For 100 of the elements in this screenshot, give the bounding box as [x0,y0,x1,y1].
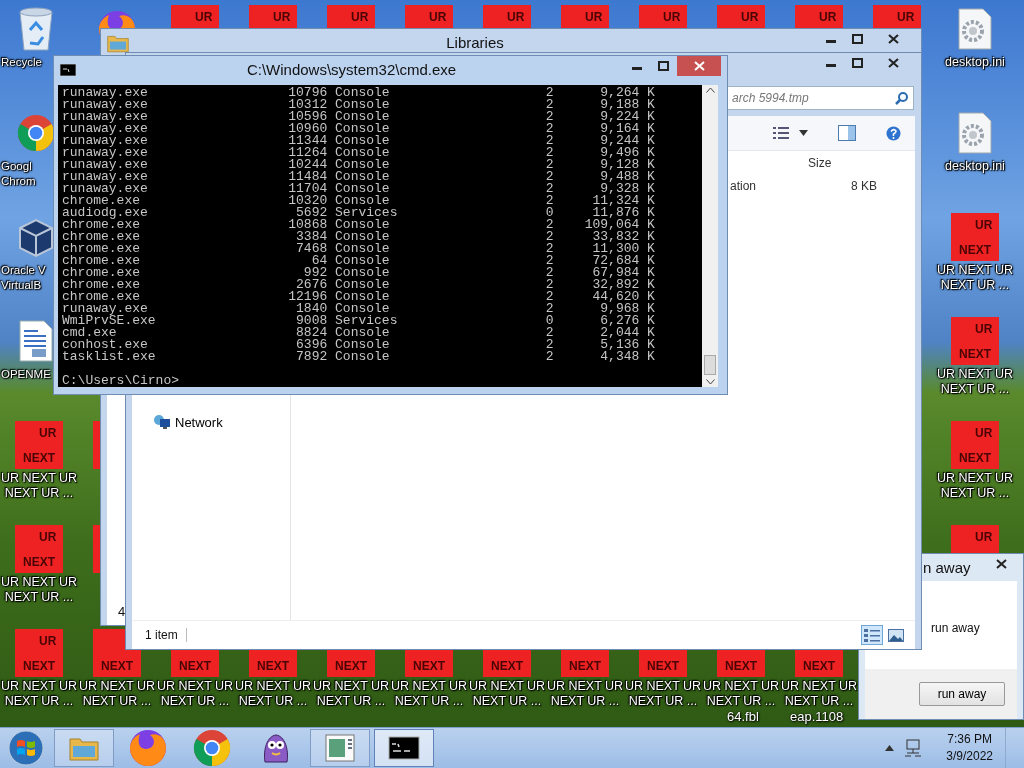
icon-label: UR NEXT UR NEXT UR ... [702,679,780,709]
recycle-bin-icon [16,6,56,52]
network-icon [153,414,171,430]
console-icon [60,63,76,76]
icon-label: UR NEXT UR NEXT UR ... [936,367,1014,397]
console-line: runaway.exe 10960 Console 2 9,164 K [62,123,656,135]
scroll-up-icon[interactable] [705,87,715,93]
icon-label: UR NEXT UR NEXT UR ... [468,679,546,709]
run-away-button[interactable]: run away [919,682,1005,706]
window-title: n away [922,559,972,576]
scroll-down-icon[interactable] [705,379,715,385]
caret-icon[interactable] [885,745,895,751]
maximize-icon [658,61,669,71]
tile-caption: NEXT [23,451,55,465]
tile-caption: NEXT [647,659,679,673]
console-line: chrome.exe 7468 Console 2 11,300 K [62,243,656,255]
caret-icon[interactable] [799,130,808,136]
close-icon [995,559,1007,569]
thumbnails-view-icon [888,628,904,642]
icon-label: 64.fbl [727,709,759,724]
icon-label: UR NEXT UR NEXT UR ... [936,263,1014,293]
tile-caption: UR [351,10,369,24]
close-icon [887,58,899,68]
tile-caption: NEXT [491,659,523,673]
icon-label: OPENME [0,367,51,382]
console-line: cmd.exe 8824 Console 2 2,044 K [62,327,656,339]
console-icon [388,736,420,760]
console-line: chrome.exe 10320 Console 2 11,324 K [62,195,656,207]
console-line: tasklist.exe 7892 Console 2 4,348 K [62,351,656,363]
tile-caption: UR [819,10,837,24]
message-text: run away [931,621,980,635]
document-icon [18,319,54,363]
table-cell-text: ation [730,179,758,193]
start-orb-icon [7,729,45,767]
details-view-button[interactable] [861,625,883,645]
console-line: chrome.exe 64 Console 2 72,684 K [62,255,656,267]
tile-caption: NEXT [725,659,757,673]
icon-label: UR NEXT UR NEXT UR ... [0,679,78,709]
view-list-icon[interactable] [773,126,789,140]
tile-caption: UR [663,10,681,24]
icon-label: UR NEXT UR NEXT UR ... [0,575,78,605]
tile-caption: UR [975,426,993,440]
tile-caption: NEXT [803,659,835,673]
clock-date: 3/9/2022 [946,748,993,765]
console-line: runaway.exe 10312 Console 2 9,188 K [62,99,656,111]
firefox-icon [128,728,168,768]
tile-caption: NEXT [335,659,367,673]
scroll-thumb[interactable] [704,355,716,375]
tile-caption: UR [429,10,447,24]
console-line: chrome.exe 2676 Console 2 32,892 K [62,279,656,291]
chrome-icon [192,728,232,768]
tile-caption: NEXT [101,659,133,673]
console-line: runaway.exe 1840 Console 2 9,968 K [62,303,656,315]
icon-label: UR NEXT UR NEXT UR ... [780,679,858,709]
icon-label: Googl Chrom [0,159,36,189]
icon-label: Oracle V VirtualB [0,263,46,293]
search-field[interactable]: arch 5994.tmp [727,86,914,110]
tile-caption: NEXT [959,451,991,465]
tile-caption: NEXT [257,659,289,673]
gear-file-icon [957,111,993,155]
window-title: Libraries [445,34,505,51]
network-icon[interactable] [904,739,923,757]
maximize-icon [852,34,863,44]
console-line: runaway.exe 10796 Console 2 9,264 K [62,87,656,99]
tile-caption: UR [39,634,57,648]
close-icon [887,34,899,44]
status-text: 4 [118,603,126,619]
scrollbar[interactable] [702,85,718,387]
tile-caption: UR [507,10,525,24]
tile-caption: NEXT [569,659,601,673]
tile-caption: UR [273,10,291,24]
tile-caption: NEXT [23,659,55,673]
help-icon[interactable] [886,125,901,141]
tile-caption: UR [585,10,603,24]
console-line: runaway.exe 11344 Console 2 9,244 K [62,135,656,147]
folder-icon [69,735,99,761]
maximize-icon [852,58,863,68]
icon-label: UR NEXT UR NEXT UR ... [546,679,624,709]
tile-caption: UR [39,530,57,544]
icon-label: UR NEXT UR NEXT UR ... [390,679,468,709]
close-icon [693,61,705,71]
tile-caption: UR [195,10,213,24]
taskbar-button[interactable] [374,729,434,767]
preview-pane-icon[interactable] [838,125,856,141]
console-line: conhost.exe 6396 Console 2 5,136 K [62,339,656,351]
console-line: chrome.exe 10868 Console 2 109,064 K [62,219,656,231]
icon-label: UR NEXT UR NEXT UR ... [624,679,702,709]
column-header[interactable]: Size [800,156,877,170]
tile-caption: UR [741,10,759,24]
clock[interactable]: 7:36 PM 3/9/2022 [946,731,993,765]
console-line: runaway.exe 11484 Console 2 9,488 K [62,171,656,183]
icon-label: UR NEXT UR NEXT UR ... [936,471,1014,501]
tile-caption: UR [975,530,993,544]
nav-item[interactable]: Network [153,414,223,430]
status-text: 1 item [132,628,187,642]
icon-label: UR NEXT UR NEXT UR ... [156,679,234,709]
search-icon[interactable] [895,91,909,105]
tile-caption: UR [897,10,915,24]
details-view-icon [864,628,880,642]
icon-label: UR NEXT UR NEXT UR ... [312,679,390,709]
